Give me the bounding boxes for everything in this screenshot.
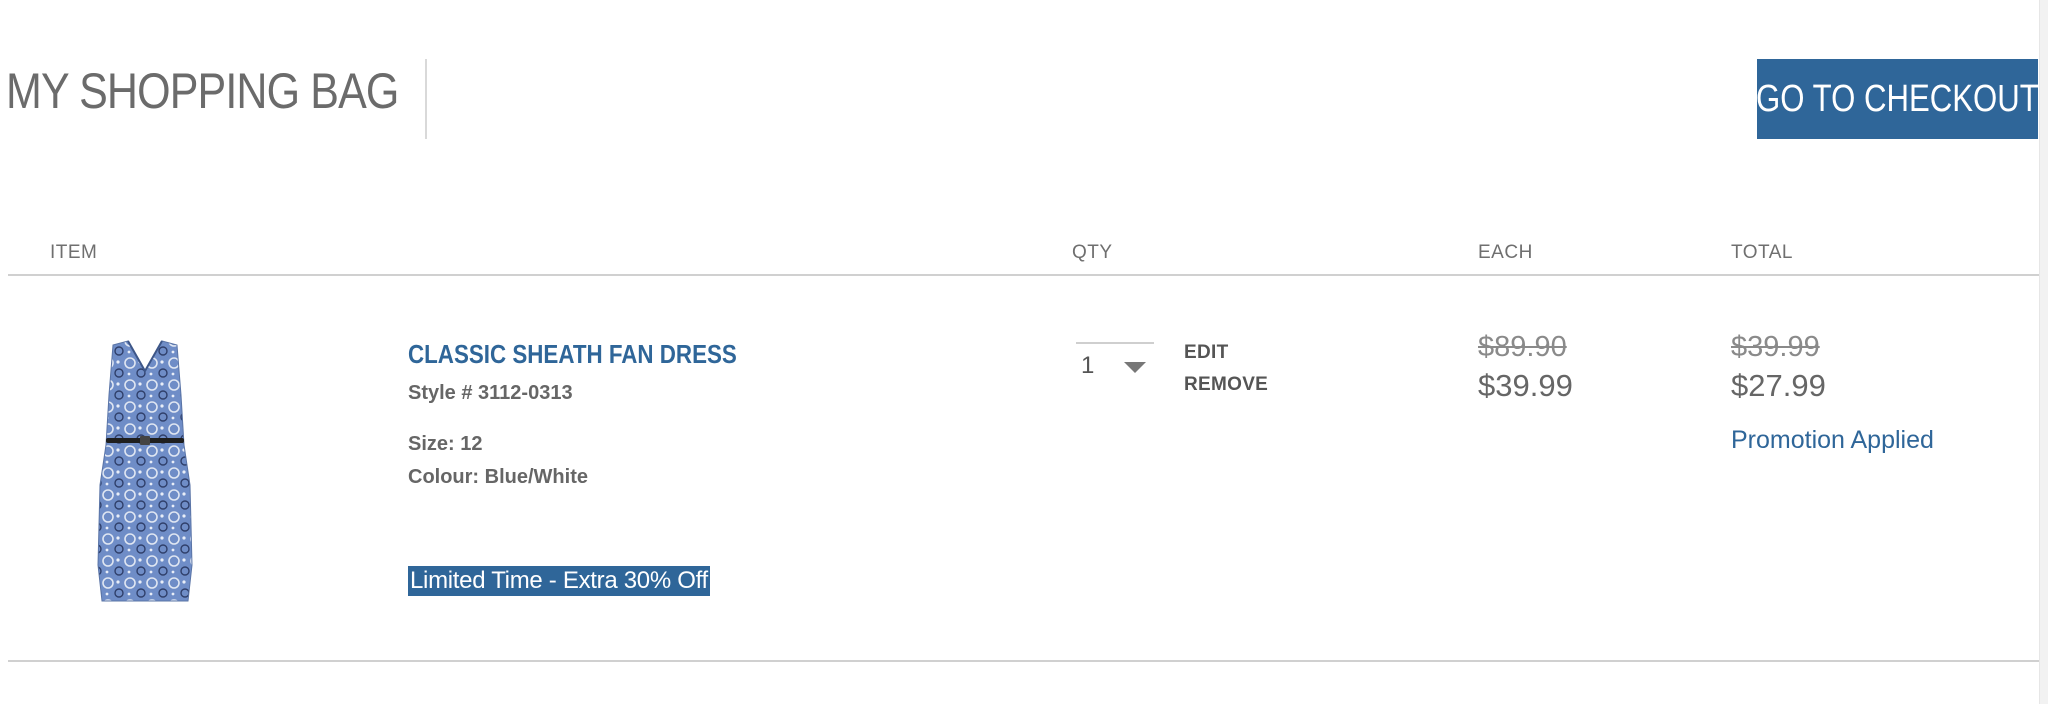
remove-link[interactable]: REMOVE [1184, 374, 1268, 396]
scrollbar[interactable] [2039, 0, 2048, 704]
product-size: Size: 12 [408, 433, 483, 455]
title-divider [425, 59, 427, 139]
column-header-qty: QTY [1072, 242, 1113, 263]
total-price: $27.99 [1731, 368, 1826, 403]
product-name-link[interactable]: CLASSIC SHEATH FAN DRESS [408, 339, 737, 370]
product-style: Style # 3112-0313 [408, 382, 573, 404]
product-colour: Colour: Blue/White [408, 466, 588, 488]
each-original-price: $89.90 [1478, 331, 1567, 363]
chevron-down-icon[interactable] [1124, 362, 1146, 373]
quantity-value: 1 [1081, 352, 1095, 379]
go-to-checkout-button[interactable]: GO TO CHECKOUT [1756, 59, 2039, 139]
total-original-price: $39.99 [1731, 331, 1820, 363]
header-divider [8, 274, 2039, 276]
row-divider [8, 660, 2039, 662]
checkout-button-label: GO TO CHECKOUT [1756, 77, 2039, 120]
edit-link[interactable]: EDIT [1184, 342, 1228, 364]
promo-badge: Limited Time - Extra 30% Off [408, 566, 710, 596]
product-image[interactable] [80, 335, 210, 610]
promotion-applied-link[interactable]: Promotion Applied [1731, 426, 1934, 455]
each-price: $39.99 [1478, 368, 1573, 403]
column-header-item: ITEM [50, 242, 98, 263]
column-header-total: TOTAL [1731, 242, 1793, 263]
column-header-each: EACH [1478, 242, 1533, 263]
page-title: MY SHOPPING BAG [6, 63, 399, 119]
